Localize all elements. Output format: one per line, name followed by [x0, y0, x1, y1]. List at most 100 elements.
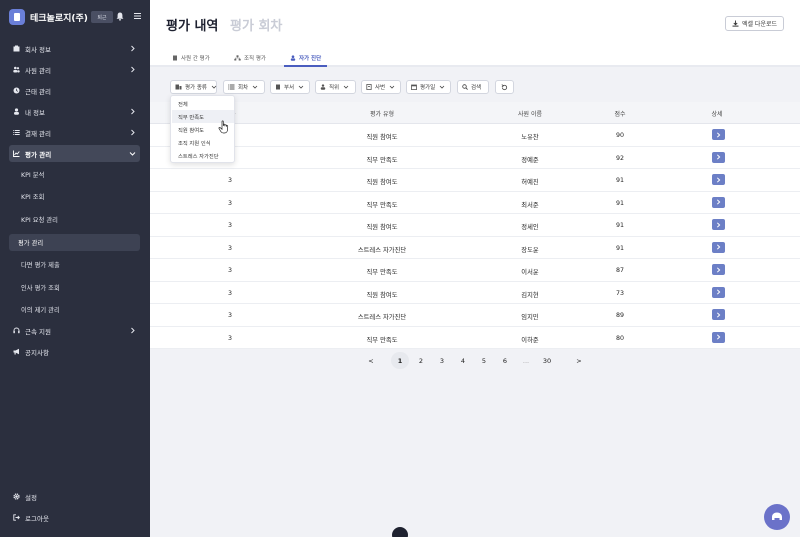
submenu-kpi-view[interactable]: KPI 조회: [9, 188, 140, 205]
pagination-page-1[interactable]: 1: [391, 352, 409, 369]
table-row[interactable]: 3 직무 만족도 최서준 91: [150, 191, 800, 214]
column-header-score[interactable]: 점수: [614, 109, 625, 118]
detail-button[interactable]: [712, 286, 725, 298]
submenu-evaluation-manage[interactable]: 평가 관리: [9, 234, 140, 251]
sidebar-item-my-info[interactable]: 내 정보: [9, 103, 140, 120]
chevron-right-icon: [716, 154, 721, 160]
cell-score: 80: [615, 334, 625, 342]
table-row[interactable]: 3 직무 만족도 이하준 80: [150, 326, 800, 349]
detail-button[interactable]: [712, 219, 725, 230]
submenu-hr-eval-view[interactable]: 인사 평가 조회: [9, 279, 140, 296]
detail-button[interactable]: [712, 151, 725, 163]
filter-employee-number[interactable]: 사번: [361, 80, 401, 94]
filter-eval-type[interactable]: 평가 종류: [170, 80, 217, 94]
hamburger-menu-icon[interactable]: [134, 13, 141, 19]
chevron-right-icon: [716, 289, 721, 295]
column-header-name[interactable]: 사원 이름: [518, 109, 542, 118]
user-icon: [290, 55, 296, 61]
pagination-page-3[interactable]: 3: [433, 352, 451, 369]
detail-button[interactable]: [712, 264, 725, 275]
dropdown-option-all[interactable]: 전체: [172, 97, 234, 110]
search-button[interactable]: 검색: [457, 80, 489, 94]
table-row[interactable]: 3직무 만족도정예준92: [150, 146, 800, 169]
sidebar-item-evaluation[interactable]: 평가 관리: [9, 145, 140, 162]
submenu-kpi-request[interactable]: KPI 요청 관리: [9, 211, 140, 228]
detail-button[interactable]: [712, 309, 725, 320]
sidebar-item-notice[interactable]: 공지사항: [9, 343, 140, 360]
gear-icon: [13, 493, 20, 500]
table-row[interactable]: 3 직원 참여도 정세인 91: [150, 214, 800, 237]
tab-peer-evaluation[interactable]: 사원 간 평가: [172, 51, 210, 65]
cell-employee-name: 허예진: [521, 179, 539, 186]
cell-round: 3: [227, 289, 233, 297]
table-row[interactable]: 3 직무 만족도 이서윤 87: [150, 259, 800, 282]
clock-out-button[interactable]: 퇴근: [91, 11, 113, 23]
submenu-multi-eval-submit[interactable]: 다면 평가 제출: [9, 256, 140, 273]
sidebar-item-attendance[interactable]: 근태 관리: [9, 82, 140, 99]
sidebar-item-settings[interactable]: 설정: [9, 488, 140, 505]
detail-button[interactable]: [712, 129, 725, 140]
pagination-page-6[interactable]: 6: [496, 352, 514, 369]
pagination-page-2[interactable]: 2: [412, 352, 430, 369]
sidebar-item-company[interactable]: 회사 정보: [9, 40, 140, 57]
table-row[interactable]: 3 직원 참여도 김지현 73: [150, 281, 800, 304]
users-icon: [13, 66, 20, 73]
table-row[interactable]: 3직원 참여도노유찬90: [150, 124, 800, 147]
pagination-page-5[interactable]: 5: [475, 352, 493, 369]
tab-label: 조직 평가: [244, 56, 266, 62]
brand-logo-icon: [9, 9, 25, 25]
tab-org-evaluation[interactable]: 조직 평가: [234, 51, 266, 65]
reset-button[interactable]: [495, 80, 514, 94]
filter-department[interactable]: 부서: [270, 80, 310, 94]
pagination-next[interactable]: >: [570, 352, 588, 369]
calendar-icon: [411, 84, 417, 90]
page-title-inactive[interactable]: 평가 회차: [230, 15, 282, 34]
table-row[interactable]: 3 스트레스 자가진단 장도윤 91: [150, 236, 800, 259]
column-header-type[interactable]: 평가 유형: [370, 109, 394, 118]
table-row[interactable]: 3 스트레스 자가진단 임지민 89: [150, 304, 800, 327]
scroll-top-button[interactable]: [392, 527, 408, 537]
building-icon: [13, 45, 20, 52]
brand[interactable]: 테크놀로지(주): [9, 9, 88, 25]
tab-self-diagnosis[interactable]: 자가 진단: [290, 51, 321, 65]
user-tie-icon: [320, 84, 326, 90]
sidebar-item-tenure-support[interactable]: 근속 지원: [9, 322, 140, 339]
document-icon: [173, 55, 177, 61]
page-title[interactable]: 평가 내역: [166, 15, 218, 34]
pagination-page-30[interactable]: 30: [538, 352, 556, 369]
chat-button[interactable]: [764, 504, 790, 530]
chevron-down-icon: [298, 85, 304, 89]
excel-download-label: 엑셀 다운로드: [741, 21, 778, 28]
filter-position[interactable]: 직위: [315, 80, 356, 94]
tab-label: 사원 간 평가: [181, 56, 210, 62]
submenu-objection-manage[interactable]: 이의 제기 관리: [9, 301, 140, 318]
chevron-right-icon: [131, 327, 135, 334]
dropdown-option-stress-check[interactable]: 스트레스 자가진단: [172, 149, 234, 162]
detail-button[interactable]: [712, 196, 725, 208]
sidebar-item-approval[interactable]: 결재 관리: [9, 124, 140, 141]
building-icon: [276, 84, 280, 90]
chevron-down-icon: [129, 152, 136, 156]
cell-round: 3: [227, 244, 233, 252]
chevron-right-icon: [716, 176, 721, 183]
chevron-right-icon: [716, 244, 721, 250]
excel-download-button[interactable]: 엑셀 다운로드: [725, 16, 784, 31]
sidebar-item-employees[interactable]: 사원 관리: [9, 61, 140, 78]
sidebar-item-logout[interactable]: 로그아웃: [9, 509, 140, 526]
table-row[interactable]: 3 직원 참여도 허예진 91: [150, 169, 800, 192]
filter-label: 사번: [375, 85, 386, 91]
detail-button[interactable]: [712, 174, 725, 185]
submenu-kpi-analysis[interactable]: KPI 분석: [9, 166, 140, 183]
bell-icon[interactable]: [116, 12, 124, 21]
filter-round[interactable]: 회차: [223, 80, 265, 94]
detail-button[interactable]: [712, 241, 725, 253]
pagination-prev[interactable]: <: [362, 352, 380, 369]
detail-button[interactable]: [712, 331, 725, 343]
column-header-detail: 상세: [711, 111, 723, 118]
cell-score: 89: [615, 312, 625, 319]
hand-cursor-icon: [218, 120, 229, 134]
cell-score: 87: [615, 267, 625, 274]
dropdown-option-org-support[interactable]: 조직 지원 인식: [172, 136, 234, 149]
pagination-page-4[interactable]: 4: [454, 352, 472, 369]
filter-evaluation-date[interactable]: 평가일: [406, 80, 451, 94]
